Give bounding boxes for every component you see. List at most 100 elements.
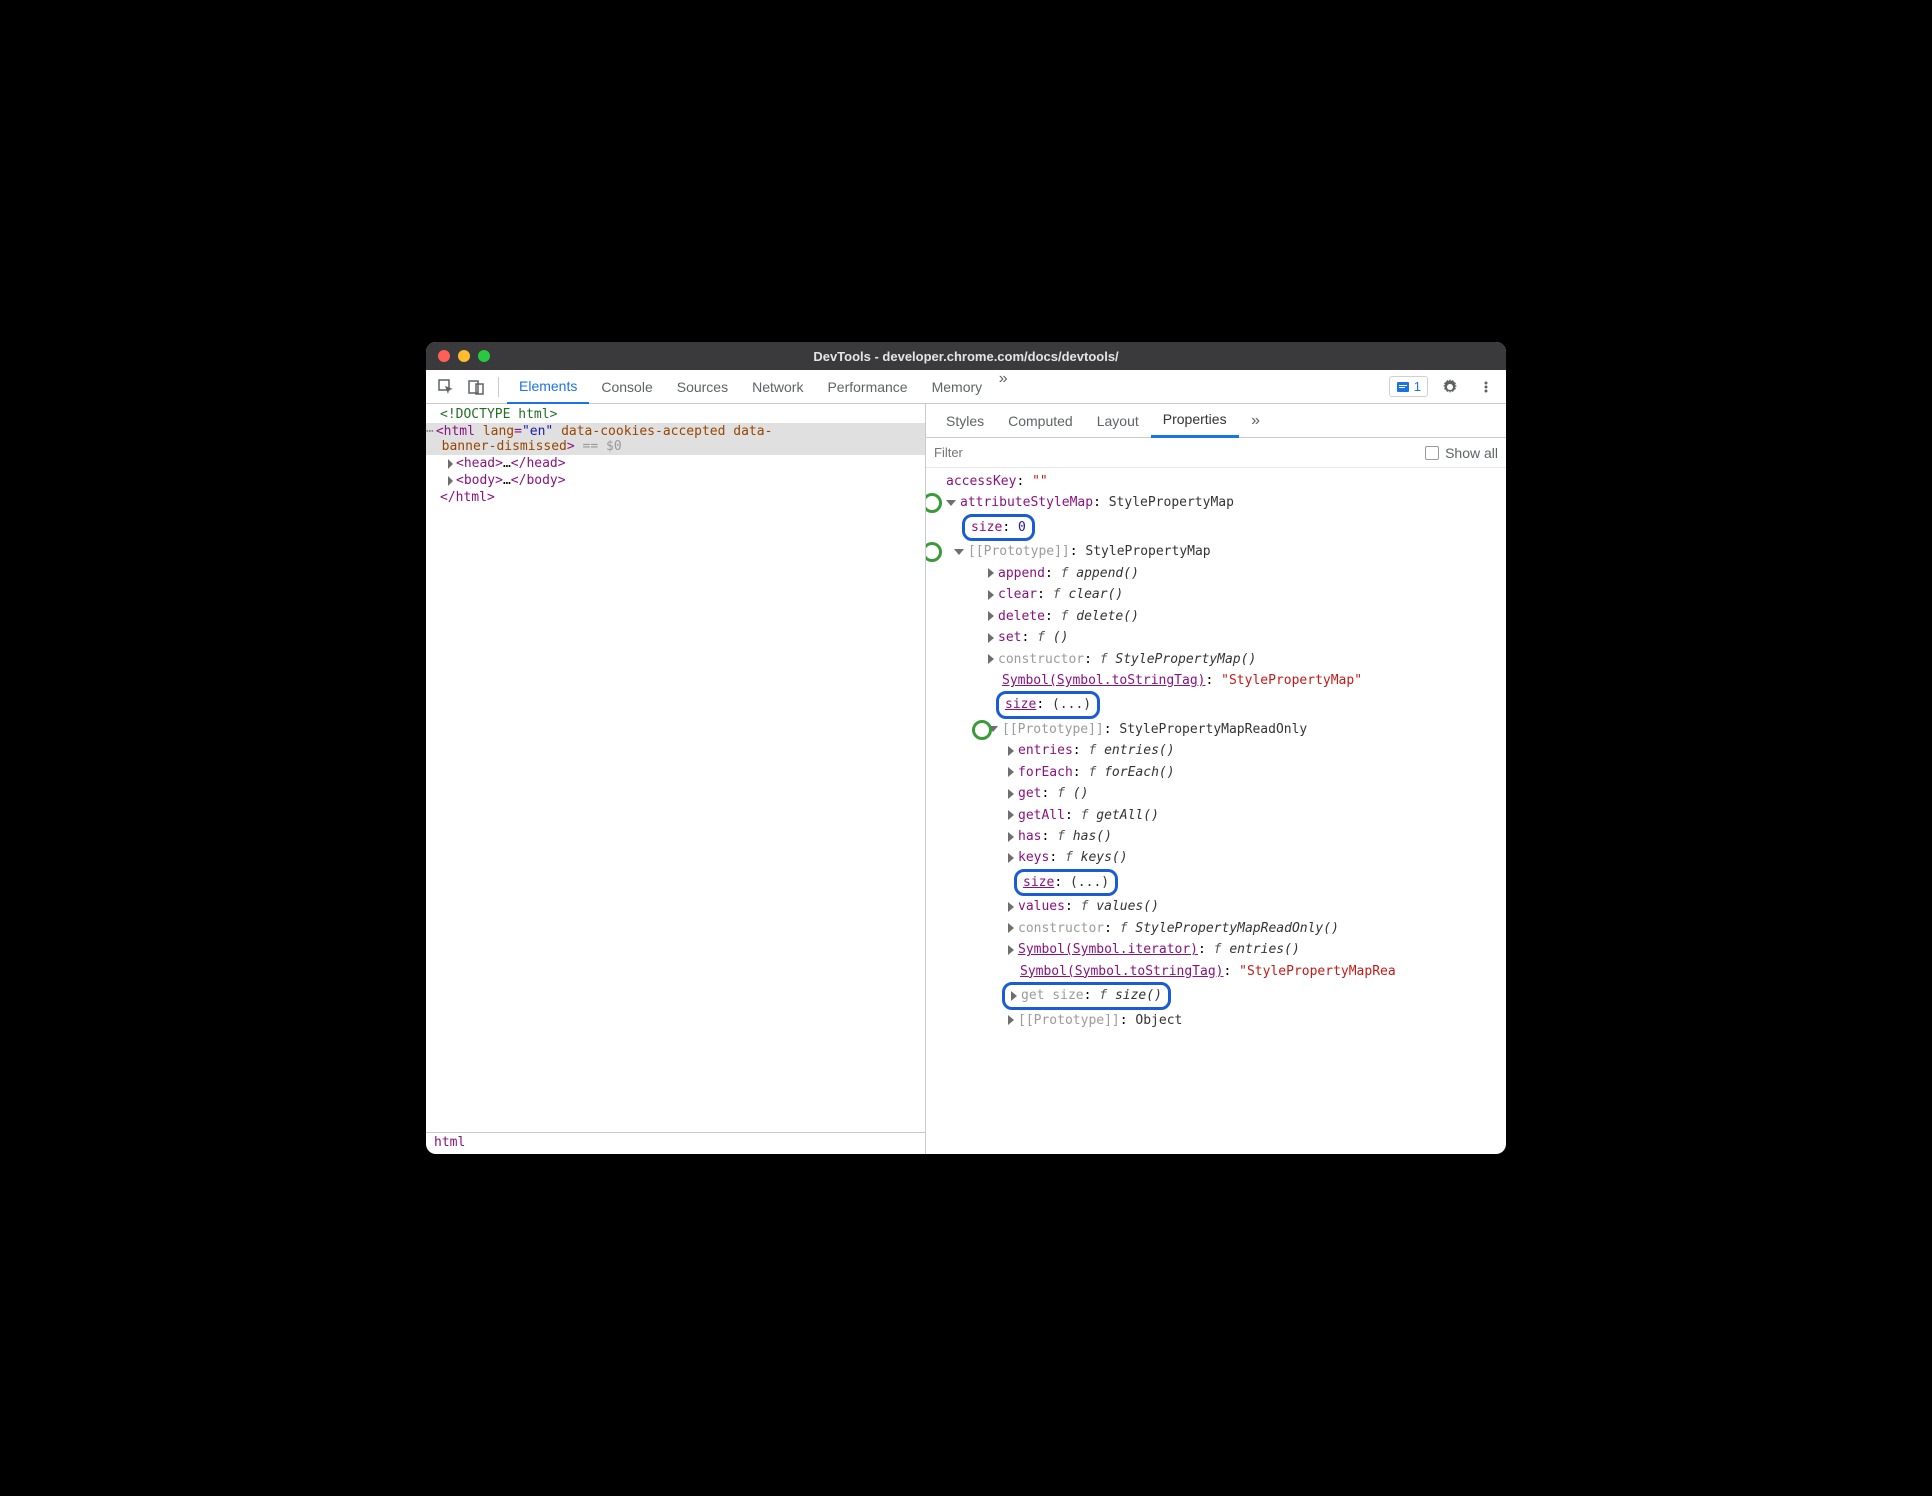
traffic-lights [438, 350, 490, 362]
side-tab-properties[interactable]: Properties [1151, 404, 1239, 438]
prop-has[interactable]: has: f has() [932, 826, 1500, 847]
prop-getall[interactable]: getAll: f getAll() [932, 805, 1500, 826]
highlight-box: size: (...) [1014, 869, 1118, 896]
tab-elements[interactable]: Elements [507, 370, 589, 404]
prop-append[interactable]: append: f append() [932, 563, 1500, 584]
arrow-right-icon[interactable] [1008, 767, 1014, 777]
prop-size-ellipsis[interactable]: size: (...) [932, 869, 1500, 896]
arrow-right-icon[interactable] [1008, 923, 1014, 933]
kebab-menu-icon[interactable] [1472, 373, 1500, 401]
highlight-circle-icon [972, 720, 992, 740]
tab-sources[interactable]: Sources [665, 370, 740, 404]
prop-entries[interactable]: entries: f entries() [932, 740, 1500, 761]
arrow-right-icon[interactable] [988, 590, 994, 600]
side-tab-styles[interactable]: Styles [934, 404, 996, 438]
prop-get-size[interactable]: get size: f size() [932, 982, 1500, 1009]
issues-badge[interactable]: 1 [1389, 376, 1428, 397]
highlight-box: size: 0 [962, 514, 1035, 541]
side-tab-computed[interactable]: Computed [996, 404, 1085, 438]
prop-symbol-tostringtag[interactable]: Symbol(Symbol.toStringTag): "StyleProper… [932, 961, 1500, 982]
arrow-down-icon[interactable] [954, 549, 964, 555]
prop-attributestylemap[interactable]: attributeStyleMap: StylePropertyMap [932, 492, 1500, 513]
arrow-right-icon[interactable] [1008, 810, 1014, 820]
arrow-right-icon[interactable] [988, 633, 994, 643]
arrow-right-icon[interactable] [1011, 991, 1017, 1001]
close-window-icon[interactable] [438, 350, 450, 362]
more-tabs-icon[interactable]: » [994, 370, 1012, 388]
prop-prototype[interactable]: [[Prototype]]: Object [932, 1010, 1500, 1031]
more-side-tabs-icon[interactable]: » [1247, 412, 1265, 430]
arrow-right-icon[interactable] [988, 568, 994, 578]
prop-foreach[interactable]: forEach: f forEach() [932, 762, 1500, 783]
expand-arrow-icon[interactable] [448, 459, 453, 469]
inspect-element-icon[interactable] [432, 373, 460, 401]
properties-list[interactable]: accessKey: "" attributeStyleMap: StylePr… [926, 468, 1506, 1154]
html-open-line[interactable]: ⋯<html lang="en" data-cookies-accepted d… [426, 423, 925, 455]
tab-network[interactable]: Network [740, 370, 815, 404]
head-line[interactable]: <head>…</head> [426, 455, 925, 472]
arrow-right-icon[interactable] [1008, 746, 1014, 756]
prop-size[interactable]: size: 0 [932, 514, 1500, 541]
prop-delete[interactable]: delete: f delete() [932, 606, 1500, 627]
prop-prototype[interactable]: [[Prototype]]: StylePropertyMap [932, 541, 1500, 562]
side-tabs: Styles Computed Layout Properties » [926, 404, 1506, 438]
prop-constructor[interactable]: constructor: f StylePropertyMapReadOnly(… [932, 918, 1500, 939]
filter-row: Show all [926, 438, 1506, 468]
main-split: <!DOCTYPE html> ⋯<html lang="en" data-co… [426, 404, 1506, 1154]
tab-performance[interactable]: Performance [815, 370, 919, 404]
prop-set[interactable]: set: f () [932, 627, 1500, 648]
arrow-down-icon[interactable] [946, 500, 956, 506]
breadcrumb[interactable]: html [426, 1132, 925, 1154]
minimize-window-icon[interactable] [458, 350, 470, 362]
elements-panel: <!DOCTYPE html> ⋯<html lang="en" data-co… [426, 404, 926, 1154]
prop-values[interactable]: values: f values() [932, 896, 1500, 917]
device-toolbar-icon[interactable] [462, 373, 490, 401]
issue-count: 1 [1414, 379, 1421, 394]
arrow-right-icon[interactable] [1008, 832, 1014, 842]
prop-symbol-iterator[interactable]: Symbol(Symbol.iterator): f entries() [932, 939, 1500, 960]
toolbar-right: 1 [1389, 373, 1500, 401]
arrow-right-icon[interactable] [1008, 853, 1014, 863]
main-tabs: Elements Console Sources Network Perform… [507, 370, 1012, 404]
html-close-line[interactable]: </html> [426, 489, 925, 506]
highlight-box: size: (...) [996, 691, 1100, 718]
expand-arrow-icon[interactable] [448, 476, 453, 486]
prop-accesskey[interactable]: accessKey: "" [932, 471, 1500, 492]
arrow-right-icon[interactable] [988, 654, 994, 664]
settings-icon[interactable] [1436, 373, 1464, 401]
titlebar: DevTools - developer.chrome.com/docs/dev… [426, 342, 1506, 370]
prop-prototype[interactable]: [[Prototype]]: StylePropertyMapReadOnly [932, 719, 1500, 740]
prop-get[interactable]: get: f () [932, 783, 1500, 804]
side-panel: Styles Computed Layout Properties » Show… [926, 404, 1506, 1154]
arrow-right-icon[interactable] [1008, 789, 1014, 799]
arrow-right-icon[interactable] [1008, 902, 1014, 912]
show-all-toggle[interactable]: Show all [1425, 445, 1498, 461]
highlight-circle-icon [926, 493, 942, 513]
prop-constructor[interactable]: constructor: f StylePropertyMap() [932, 649, 1500, 670]
devtools-window: DevTools - developer.chrome.com/docs/dev… [426, 342, 1506, 1154]
toolbar-divider [498, 377, 499, 397]
elements-tree[interactable]: <!DOCTYPE html> ⋯<html lang="en" data-co… [426, 404, 925, 1132]
main-toolbar: Elements Console Sources Network Perform… [426, 370, 1506, 404]
maximize-window-icon[interactable] [478, 350, 490, 362]
prop-keys[interactable]: keys: f keys() [932, 847, 1500, 868]
filter-input[interactable] [934, 445, 1425, 460]
side-tab-layout[interactable]: Layout [1085, 404, 1151, 438]
tab-memory[interactable]: Memory [920, 370, 995, 404]
highlight-box: get size: f size() [1002, 982, 1171, 1009]
show-all-checkbox[interactable] [1425, 446, 1439, 460]
doctype-line[interactable]: <!DOCTYPE html> [426, 406, 925, 423]
prop-symbol-tostringtag[interactable]: Symbol(Symbol.toStringTag): "StyleProper… [932, 670, 1500, 691]
prop-clear[interactable]: clear: f clear() [932, 584, 1500, 605]
highlight-circle-icon [926, 542, 942, 562]
body-line[interactable]: <body>…</body> [426, 472, 925, 489]
ellipsis-icon: ⋯ [426, 424, 434, 439]
arrow-right-icon[interactable] [1008, 1015, 1014, 1025]
arrow-right-icon[interactable] [988, 611, 994, 621]
tab-console[interactable]: Console [589, 370, 664, 404]
arrow-right-icon[interactable] [1008, 945, 1014, 955]
show-all-label: Show all [1445, 445, 1498, 461]
window-title: DevTools - developer.chrome.com/docs/dev… [813, 349, 1118, 364]
prop-size-ellipsis[interactable]: size: (...) [932, 691, 1500, 718]
issue-icon [1396, 380, 1410, 394]
